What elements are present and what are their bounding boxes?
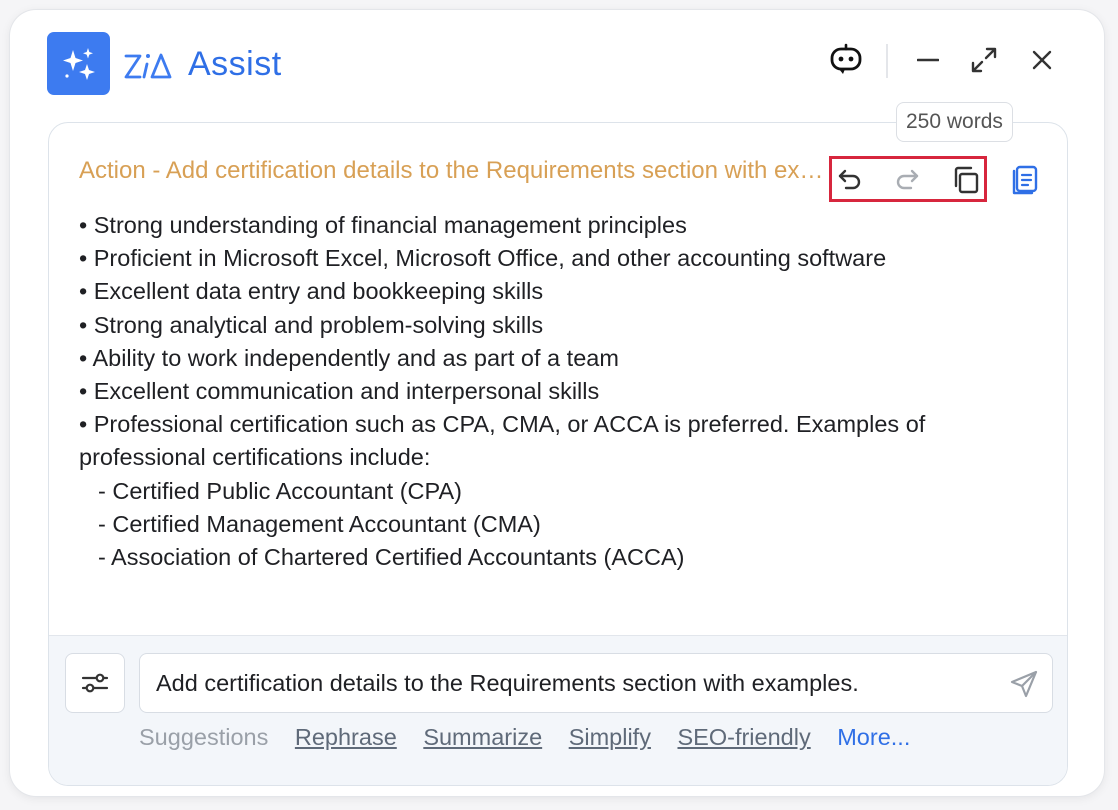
list-item: • Ability to work independently and as p… bbox=[79, 344, 619, 371]
zia-logo bbox=[122, 44, 174, 89]
list-item: • Strong analytical and problem-solving … bbox=[79, 311, 544, 338]
header-divider bbox=[886, 44, 888, 78]
response-card: Action - Add certification details to th… bbox=[48, 122, 1068, 786]
prompt-value: Add certification details to the Require… bbox=[156, 670, 859, 696]
undo-icon[interactable] bbox=[835, 163, 865, 195]
close-icon[interactable] bbox=[1028, 46, 1056, 74]
suggestion-rephrase[interactable]: Rephrase bbox=[295, 724, 397, 750]
suggestion-seo-friendly[interactable]: SEO-friendly bbox=[677, 724, 810, 750]
suggestion-more-link[interactable]: More... bbox=[837, 724, 910, 750]
suggestions-bar: Suggestions Rephrase Summarize Simplify … bbox=[139, 724, 910, 751]
suggestion-simplify[interactable]: Simplify bbox=[569, 724, 651, 750]
sub-list-item: - Certified Public Accountant (CPA) bbox=[98, 477, 462, 504]
bot-icon[interactable] bbox=[826, 41, 866, 77]
list-item: • Excellent communication and interperso… bbox=[79, 378, 600, 405]
sliders-icon bbox=[81, 673, 109, 693]
sparkle-app-icon bbox=[47, 32, 110, 95]
expand-icon[interactable] bbox=[968, 44, 1000, 76]
insert-icon[interactable] bbox=[1007, 163, 1041, 197]
response-text: • Strong understanding of financial mana… bbox=[79, 209, 1039, 574]
minimize-icon[interactable] bbox=[914, 48, 942, 72]
settings-sliders-button[interactable] bbox=[65, 653, 125, 713]
sub-list-item: - Association of Chartered Certified Acc… bbox=[98, 544, 685, 571]
list-item: • Excellent data entry and bookkeeping s… bbox=[79, 278, 544, 305]
app-title: Assist bbox=[188, 45, 282, 83]
copy-icon[interactable] bbox=[949, 163, 983, 197]
redo-icon[interactable] bbox=[892, 163, 922, 195]
prompt-input[interactable]: Add certification details to the Require… bbox=[139, 653, 1053, 713]
send-icon[interactable] bbox=[1008, 668, 1040, 700]
assist-window: Assist 250 words Action - Add certificat… bbox=[10, 10, 1104, 796]
sub-list-item: - Certified Management Accountant (CMA) bbox=[98, 510, 541, 537]
suggestions-label: Suggestions bbox=[139, 724, 269, 750]
list-item: • Proficient in Microsoft Excel, Microso… bbox=[79, 245, 887, 272]
word-count-tooltip: 250 words bbox=[896, 102, 1013, 142]
list-item: • Strong understanding of financial mana… bbox=[79, 212, 687, 238]
suggestion-summarize[interactable]: Summarize bbox=[423, 724, 542, 750]
action-title: Action - Add certification details to th… bbox=[79, 157, 824, 184]
list-item: • Professional certification such as CPA… bbox=[79, 411, 926, 471]
composer-area: Add certification details to the Require… bbox=[49, 635, 1067, 785]
